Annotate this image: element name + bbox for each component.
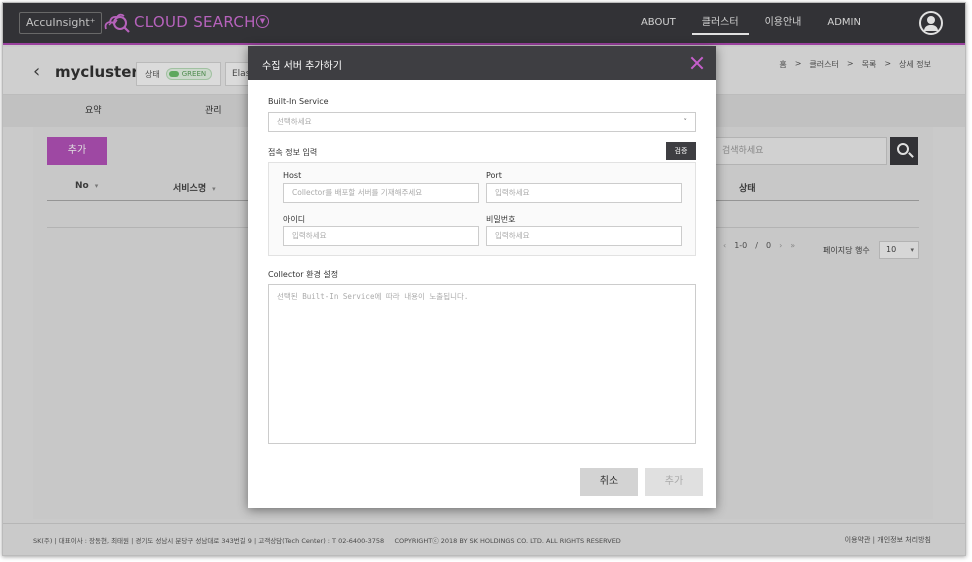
dialog-title: 수집 서버 추가하기	[262, 61, 342, 72]
connection-info-panel: Host Collector를 배포할 서버를 기재해주세요 Port 입력하세…	[268, 162, 696, 256]
cancel-button[interactable]: 취소	[580, 468, 638, 496]
id-label: 아이디	[283, 215, 306, 224]
connection-info-label: 접속 정보 입력	[268, 148, 318, 157]
dialog-header: 수집 서버 추가하기	[248, 46, 716, 80]
port-label: Port	[486, 171, 502, 180]
host-label: Host	[283, 171, 302, 180]
close-icon[interactable]	[690, 56, 704, 70]
port-input[interactable]: 입력하세요	[486, 183, 682, 203]
id-input[interactable]: 입력하세요	[283, 226, 479, 246]
password-input[interactable]: 입력하세요	[486, 226, 682, 246]
verify-button[interactable]: 검증	[666, 142, 696, 160]
submit-add-button[interactable]: 추가	[645, 468, 703, 496]
collector-config-label: Collector 환경 설정	[268, 270, 339, 279]
builtin-service-label: Built-In Service	[268, 97, 329, 106]
add-collector-dialog: 수집 서버 추가하기 Built-In Service 선택하세요 ˅ 접속 정…	[248, 46, 716, 508]
app-window: AccuInsight⁺ CLOUD SEARCH ▼ ABOUT 클러스터 이…	[2, 2, 966, 556]
chevron-down-icon: ˅	[683, 118, 688, 126]
builtin-service-select[interactable]: 선택하세요 ˅	[268, 112, 696, 132]
host-input[interactable]: Collector를 배포할 서버를 기재해주세요	[283, 183, 479, 203]
password-label: 비밀번호	[486, 215, 516, 224]
collector-config-textarea[interactable]: 선택된 Built-In Service에 따라 내용이 노출됩니다.	[268, 284, 696, 444]
